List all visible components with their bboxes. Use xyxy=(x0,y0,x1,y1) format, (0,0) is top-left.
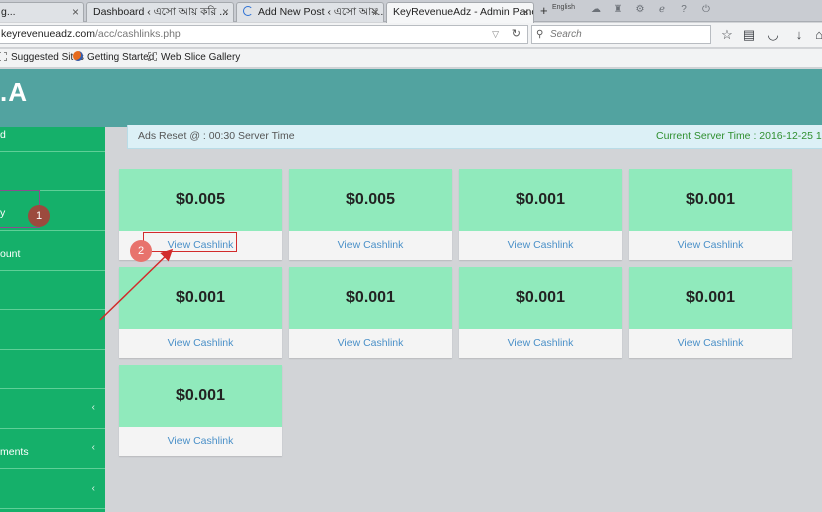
bookmark-label: Web Slice Gallery xyxy=(161,52,241,63)
step-badge-2: 2 xyxy=(130,240,152,262)
download-icon[interactable]: ↓ xyxy=(792,27,806,43)
view-cashlink-link[interactable]: View Cashlink xyxy=(119,427,282,456)
cashlink-card: $0.001 View Cashlink xyxy=(289,267,452,358)
sidebar-item[interactable]: ‹ xyxy=(0,469,105,509)
search-input[interactable]: ⚲ Search xyxy=(531,25,711,44)
pocket-icon[interactable]: ◡ xyxy=(766,27,780,43)
cashlink-amount: $0.001 xyxy=(629,267,792,329)
cashlink-amount: $0.001 xyxy=(459,267,622,329)
bookmark-star-icon[interactable]: ☆ xyxy=(720,27,734,43)
cloud-icon[interactable]: ☁ xyxy=(590,4,602,16)
sidebar-item[interactable] xyxy=(0,152,105,191)
url-bar[interactable]: keyrevenueadz.com/acc/cashlinks.php ▽ ↻ xyxy=(0,25,528,44)
sidebar-item-label: d xyxy=(0,129,6,141)
tab-close-icon[interactable]: × xyxy=(72,3,79,21)
search-icon: ⚲ xyxy=(536,29,544,40)
cashlink-card: $0.001 View Cashlink xyxy=(119,365,282,456)
url-dropdown-icon[interactable]: ▽ xyxy=(492,26,499,43)
bucket-icon[interactable]: ♜ xyxy=(612,4,624,16)
tab-label: Dashboard ‹ এসো আয় করি ... xyxy=(93,6,228,18)
firefox-icon xyxy=(73,51,83,61)
page-icon xyxy=(0,52,7,61)
gear-icon[interactable]: ⚙ xyxy=(634,4,646,16)
app-header: .A xyxy=(0,69,822,127)
sidebar-item[interactable]: ount xyxy=(0,231,105,271)
cashlink-amount: $0.001 xyxy=(119,365,282,427)
step-badge-1: 1 xyxy=(28,205,50,227)
browser-tab[interactable]: Add New Post ‹ এসো আয়... × xyxy=(236,2,384,22)
view-cashlink-link[interactable]: View Cashlink xyxy=(629,329,792,358)
chevron-left-icon: ‹ xyxy=(91,483,95,494)
tab-label: KeyRevenueAdz - Admin Panel xyxy=(393,6,534,18)
power-icon[interactable]: ⏻ xyxy=(700,4,712,16)
view-cashlink-link[interactable]: View Cashlink xyxy=(289,329,452,358)
sidebar-item[interactable] xyxy=(0,310,105,350)
tab-close-icon[interactable]: × xyxy=(222,3,229,21)
bookmark-web-slice-gallery[interactable]: Web Slice Gallery xyxy=(148,49,240,67)
sidebar-item[interactable]: ‹ xyxy=(0,389,105,429)
cashlink-amount: $0.005 xyxy=(119,169,282,231)
cashlink-amount: $0.005 xyxy=(289,169,452,231)
reload-icon[interactable]: ↻ xyxy=(512,26,521,43)
sidebar-item-label: ments xyxy=(0,446,29,458)
view-cashlink-link[interactable]: View Cashlink xyxy=(289,231,452,260)
info-bar: Ads Reset @ : 00:30 Server Time Current … xyxy=(127,125,822,149)
sidebar-item[interactable]: d xyxy=(0,127,105,152)
browser-nav-bar: keyrevenueadz.com/acc/cashlinks.php ▽ ↻ … xyxy=(0,23,822,48)
sidebar-item[interactable] xyxy=(0,350,105,389)
new-tab-button[interactable]: + xyxy=(540,3,548,18)
cashlink-card: $0.001 View Cashlink xyxy=(629,169,792,260)
url-host: keyrevenueadz.com xyxy=(1,28,95,40)
view-cashlink-link[interactable]: View Cashlink xyxy=(119,329,282,358)
browser-tab[interactable]: Dashboard ‹ এসো আয় করি ... × xyxy=(86,2,234,22)
chevron-left-icon: ‹ xyxy=(91,402,95,413)
cashlink-card: $0.001 View Cashlink xyxy=(459,169,622,260)
cashlink-card: $0.005 View Cashlink xyxy=(289,169,452,260)
help-icon[interactable]: ? xyxy=(678,4,690,16)
sidebar-item-label: ount xyxy=(0,248,21,260)
cashlink-card: $0.001 View Cashlink xyxy=(119,267,282,358)
sidebar-item[interactable]: ments ‹ xyxy=(0,429,105,469)
page-icon xyxy=(148,52,157,61)
cashlink-card: $0.001 View Cashlink xyxy=(629,267,792,358)
url-path: /acc/cashlinks.php xyxy=(94,28,181,40)
tab-label: Add New Post ‹ এসো আয়... xyxy=(258,6,384,18)
loading-icon xyxy=(243,6,253,16)
bookmark-label: Getting Started xyxy=(87,52,155,63)
cashlink-amount: $0.001 xyxy=(289,267,452,329)
browser-tab[interactable]: g... × xyxy=(0,2,84,22)
sidebar: d y ount ‹ ments ‹ ‹ xyxy=(0,127,105,512)
cashlink-amount: $0.001 xyxy=(119,267,282,329)
view-cashlink-link[interactable]: View Cashlink xyxy=(459,231,622,260)
reading-list-icon[interactable]: ▤ xyxy=(742,27,756,43)
tab-label: g... xyxy=(1,6,16,18)
browser-tab-strip: g... × Dashboard ‹ এসো আয় করি ... × Add… xyxy=(0,0,822,23)
tab-close-icon[interactable]: × xyxy=(522,3,529,21)
browser-tab-active[interactable]: KeyRevenueAdz - Admin Panel × xyxy=(386,2,534,23)
view-cashlink-link[interactable]: View Cashlink xyxy=(459,329,622,358)
cashlink-amount: $0.001 xyxy=(459,169,622,231)
cashlink-amount: $0.001 xyxy=(629,169,792,231)
app-logo[interactable]: .A xyxy=(0,77,28,108)
cashlink-card: $0.001 View Cashlink xyxy=(459,267,622,358)
home-icon[interactable]: ⌂ xyxy=(812,27,822,43)
bookmark-suggested-sites[interactable]: Suggested Sites xyxy=(0,49,84,67)
highlight-box-cashlink xyxy=(143,232,237,252)
ie-icon[interactable]: ℯ xyxy=(656,4,668,16)
bookmark-getting-started[interactable]: Getting Started xyxy=(73,49,154,67)
view-cashlink-link[interactable]: View Cashlink xyxy=(629,231,792,260)
ads-reset-text: Ads Reset @ : 00:30 Server Time xyxy=(138,130,295,142)
sidebar-item[interactable] xyxy=(0,271,105,310)
language-indicator: English xyxy=(552,4,575,11)
server-time-text: Current Server Time : 2016-12-25 10 xyxy=(656,130,822,142)
search-placeholder: Search xyxy=(550,29,582,40)
bookmarks-toolbar: Suggested Sites Getting Started Web Slic… xyxy=(0,49,822,68)
tab-close-icon[interactable]: × xyxy=(372,3,379,21)
chevron-left-icon: ‹ xyxy=(91,442,95,453)
